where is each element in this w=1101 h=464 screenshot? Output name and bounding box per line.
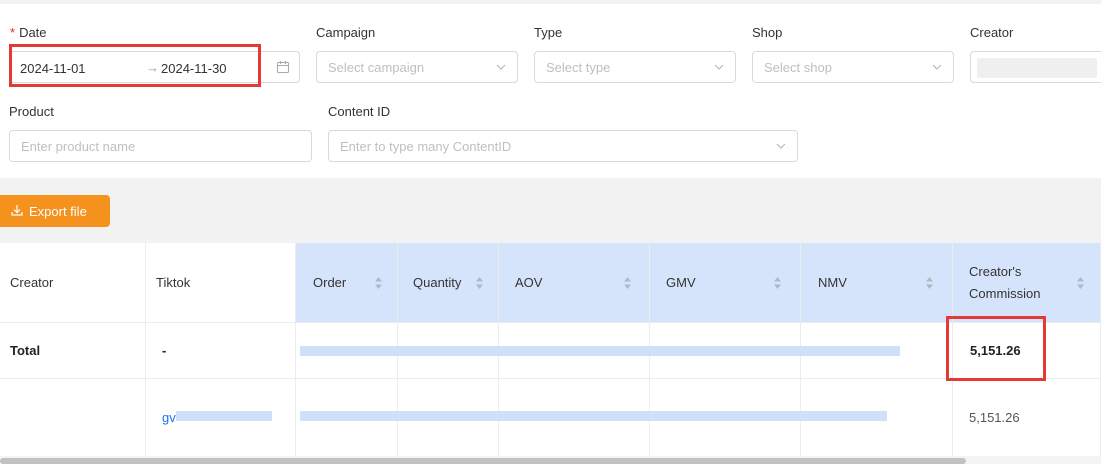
column-header-creator: Creator: [0, 243, 146, 322]
content-id-select[interactable]: Enter to type many ContentID: [328, 130, 798, 162]
date-end-value[interactable]: 2024-11-30: [161, 61, 227, 76]
table-total-row: Total - 5,151.26: [0, 323, 1101, 379]
row-creator-cell: [0, 379, 146, 456]
total-values-redacted: [300, 346, 900, 356]
campaign-placeholder: Select campaign: [328, 59, 425, 75]
sort-icon: [774, 276, 781, 289]
total-tiktok-cell: -: [146, 323, 296, 378]
campaign-label: Campaign: [316, 25, 376, 40]
creator-select[interactable]: [970, 51, 1101, 83]
type-placeholder: Select type: [546, 59, 611, 75]
content-id-label: Content ID: [328, 104, 391, 119]
chevron-down-icon: [713, 61, 725, 73]
shop-label: Shop: [752, 25, 783, 40]
column-header-order[interactable]: Order: [296, 243, 398, 322]
column-header-tiktok: Tiktok: [146, 243, 296, 322]
date-label: * Date: [10, 25, 47, 40]
date-start-value[interactable]: 2024-11-01: [20, 61, 86, 76]
column-header-gmv[interactable]: GMV: [650, 243, 801, 322]
column-header-commission-line2: Commission: [969, 285, 1041, 301]
sort-icon: [476, 276, 483, 289]
type-label: Type: [534, 25, 563, 40]
column-header-quantity[interactable]: Quantity: [398, 243, 499, 322]
creator-value-redacted: [977, 58, 1097, 78]
row-values-redacted: [300, 411, 887, 421]
shop-select[interactable]: Select shop: [752, 51, 954, 83]
column-header-aov[interactable]: AOV: [499, 243, 650, 322]
type-select[interactable]: Select type: [534, 51, 736, 83]
product-input[interactable]: Enter product name: [9, 130, 312, 162]
sort-icon: [375, 276, 382, 289]
column-header-aov-label: AOV: [515, 275, 543, 290]
date-arrow: →: [146, 60, 159, 75]
row-commission-cell: 5,151.26: [953, 379, 1101, 456]
campaign-select[interactable]: Select campaign: [316, 51, 518, 83]
required-mark: *: [10, 25, 16, 40]
creator-label: Creator: [970, 25, 1014, 40]
chevron-down-icon: [495, 61, 507, 73]
content-id-placeholder: Enter to type many ContentID: [340, 138, 512, 154]
column-header-commission-line1: Creator's: [969, 263, 1022, 279]
total-creator-cell: Total: [0, 323, 146, 378]
sort-icon: [624, 276, 631, 289]
product-label: Product: [9, 104, 54, 119]
download-icon: [11, 204, 23, 219]
chevron-down-icon: [931, 61, 943, 73]
date-range-picker[interactable]: 2024-11-01 → 2024-11-30: [9, 51, 300, 83]
table-header-row: Creator Tiktok Order Quantity AOV GMV NM…: [0, 243, 1101, 323]
tiktok-handle-redacted: [176, 411, 272, 421]
sort-icon: [926, 276, 933, 289]
export-file-label: Export file: [29, 203, 87, 219]
column-header-gmv-label: GMV: [666, 275, 696, 290]
column-header-quantity-label: Quantity: [413, 275, 462, 290]
sort-icon: [1077, 276, 1084, 289]
shop-placeholder: Select shop: [764, 59, 832, 75]
horizontal-scrollbar[interactable]: [0, 458, 966, 464]
export-file-button[interactable]: Export file: [0, 195, 110, 227]
calendar-icon[interactable]: [276, 60, 290, 77]
column-header-order-label: Order: [313, 275, 347, 290]
column-header-creator-commission[interactable]: Creator's Commission: [953, 243, 1101, 322]
table-row: gv 5,151.26: [0, 379, 1101, 457]
product-placeholder: Enter product name: [21, 138, 136, 154]
column-header-nmv-label: NMV: [818, 275, 847, 290]
chevron-down-icon: [775, 140, 787, 152]
column-header-nmv[interactable]: NMV: [801, 243, 953, 322]
total-commission-cell: 5,151.26: [953, 323, 1101, 378]
tiktok-link[interactable]: gv: [162, 410, 176, 425]
filter-panel: * Date 2024-11-01 → 2024-11-30 Campaign S…: [0, 4, 1101, 178]
